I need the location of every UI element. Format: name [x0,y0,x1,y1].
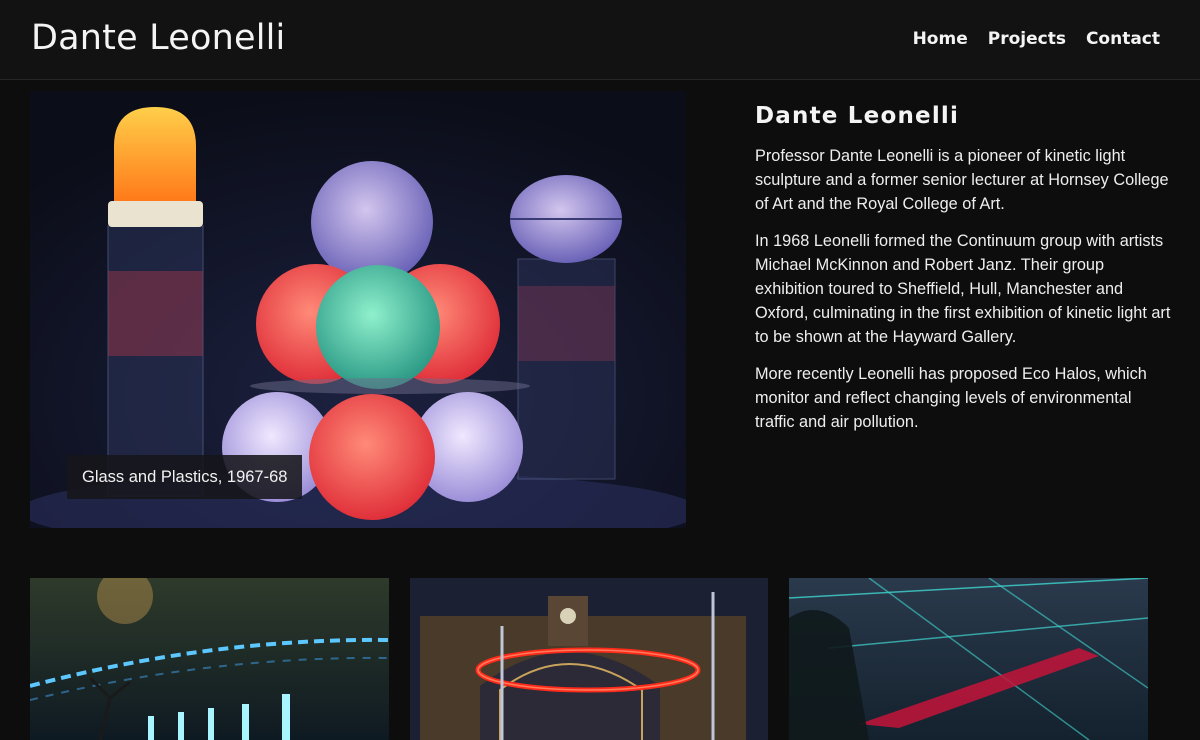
hero-artwork-image: Glass and Plastics, 1967-68 [30,91,686,528]
project-thumbnail[interactable] [410,578,768,740]
project-thumbnail[interactable] [30,578,389,740]
site-title[interactable]: Dante Leonelli [31,18,285,58]
artwork-caption: Glass and Plastics, 1967-68 [67,455,303,499]
nav-projects-link[interactable]: Projects [988,29,1066,49]
artist-bio: Dante Leonelli Professor Dante Leonelli … [755,103,1175,447]
bio-heading: Dante Leonelli [755,103,960,129]
site-header: Dante Leonelli Home Projects Contact [0,0,1200,80]
nav-home-link[interactable]: Home [913,29,968,49]
project-thumbnail[interactable] [789,578,1148,740]
bio-paragraph: Professor Dante Leonelli is a pioneer of… [755,147,1169,213]
bio-paragraph: More recently Leonelli has proposed Eco … [755,365,1147,431]
bio-paragraph: In 1968 Leonelli formed the Continuum gr… [755,232,1171,346]
main-nav: Home Projects Contact [913,29,1160,49]
nav-contact-link[interactable]: Contact [1086,29,1160,49]
